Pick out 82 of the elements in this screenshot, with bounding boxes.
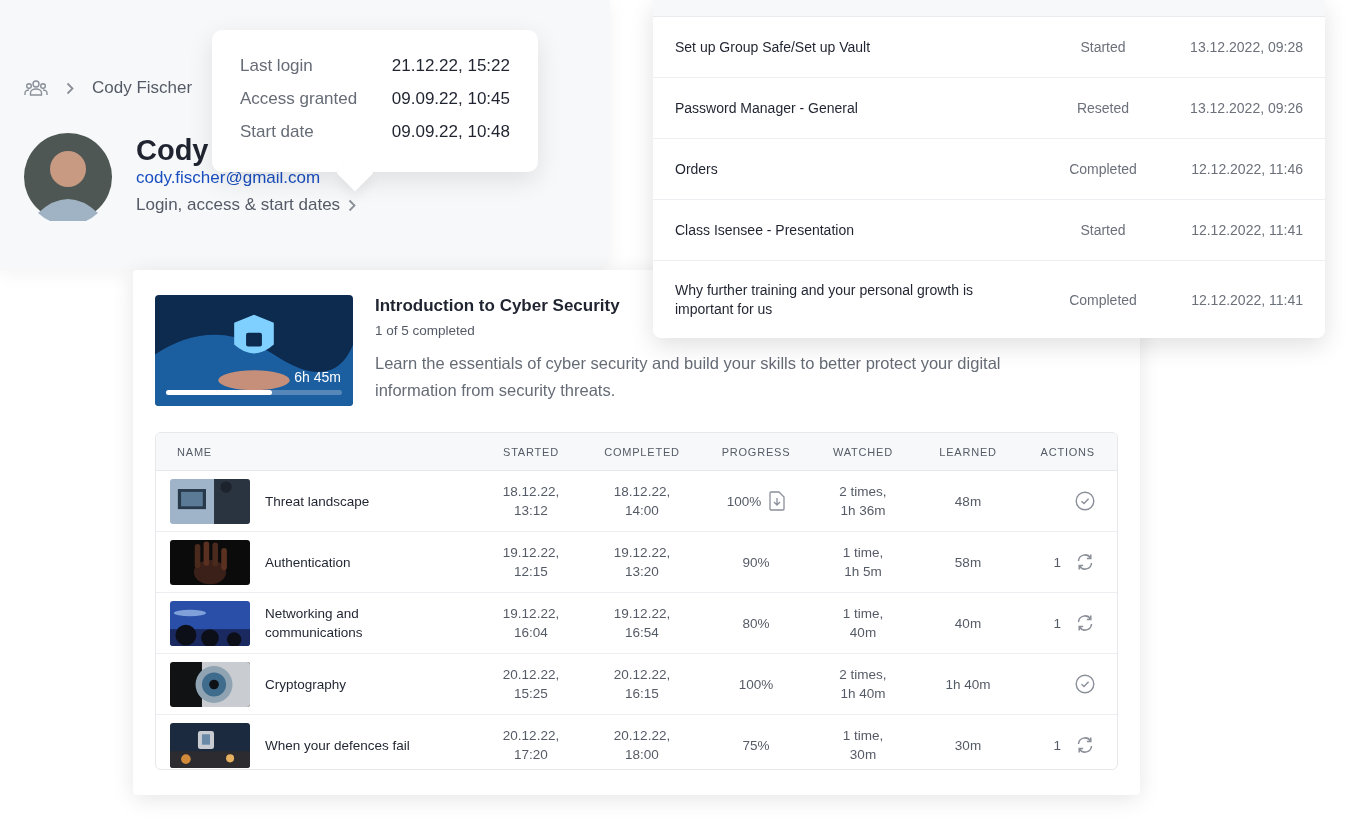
watched-cell-text: 2 times, 1h 36m [838,483,888,520]
check-circle-icon [1075,491,1095,511]
date-cell-text: 19.12.22, 12:15 [501,544,561,581]
date-cell-text: 19.12.22, 13:20 [612,544,672,581]
check-circle-icon [1075,674,1095,694]
progress-cell-text: 100% [738,675,774,694]
column-header: NAME [176,445,213,458]
lesson-name: When your defences fail [265,736,410,755]
chevron-icon [66,81,74,95]
lecture-state: Completed [1068,291,1138,308]
lesson-name: Cryptography [265,675,347,694]
column-header: STARTED [502,445,560,458]
learned-cell-text: 58m [953,553,983,572]
date-cell-text: 19.12.22, 16:04 [501,605,561,642]
date-value: 09.09.22, 10:45 [391,88,510,110]
duration-label: 6h 45m [294,369,341,385]
completion-count: 1 of 5 completed [375,323,475,338]
progress-cell-text: 100% [726,492,762,511]
date-value: 21.12.22, 15:22 [391,55,510,77]
watched-cell-text: 1 time, 40m [841,605,885,642]
column-header: COMPLETED [603,445,681,458]
column-header: WATCHED [832,445,894,458]
chevron-icon [348,198,357,212]
refresh-icon [1075,613,1095,633]
lecture-name: Class Isensee - Presentation [675,220,855,240]
watched-cell-text: 1 time, 30m [841,727,885,764]
date-cell-text: 20.12.22, 15:25 [501,666,561,703]
reset-button[interactable] [1075,613,1095,633]
date-cell-text: 18.12.22, 13:12 [501,483,561,520]
date-cell-text: 19.12.22, 16:54 [612,605,672,642]
lesson-name: Threat landscape [265,492,370,511]
reset-button[interactable] [1075,552,1095,572]
lecture-date: 13.12.2022, 09:26 [1189,100,1303,116]
learned-cell-text: 1h 40m [944,675,992,694]
lecture-state: Completed [1068,161,1138,177]
date-cell-text: 20.12.22, 18:00 [612,727,672,764]
course-description: Learn the essentials of cyber security and build your skills to better protect your digital information from security threats. [375,353,1002,401]
lecture-date: 12.12.2022, 11:41 [1190,291,1303,308]
lecture-date: 12.12.2022, 11:41 [1190,222,1303,238]
lesson-name: Networking and communications [265,605,363,642]
lecture-date: 12.12.2022, 11:46 [1190,161,1303,177]
learned-cell-text: 40m [953,614,983,633]
date-label: Access granted [240,88,358,110]
reset-count: 1 [1053,554,1061,570]
reset-count: 1 [1053,737,1061,753]
lecture-name: Orders [675,159,719,179]
completed-button[interactable] [1075,491,1095,511]
watched-cell-text: 1 time, 1h 5m [841,544,885,581]
date-cell-text: 20.12.22, 17:20 [501,727,561,764]
refresh-icon [1075,552,1095,572]
date-cell-text: 18.12.22, 14:00 [612,483,672,520]
progress-cell-text: 80% [742,614,770,633]
dates-link[interactable]: Login, access & start dates [136,191,357,219]
date-cell-text: 20.12.22, 16:15 [612,666,672,703]
lesson-name: Authentication [265,553,351,572]
lecture-state: Reseted [1075,100,1131,116]
file-download-icon[interactable] [769,491,786,511]
reset-button[interactable] [1075,735,1095,755]
lecture-state: Started [1079,39,1127,55]
refresh-icon [1075,735,1095,755]
lecture-name: Set up Group Safe/Set up Vault [675,37,872,57]
completed-button[interactable] [1075,674,1095,694]
column-header: ACTIONS [1039,445,1096,458]
date-value: 09.09.22, 10:48 [391,121,510,143]
learned-cell-text: 48m [953,492,983,511]
lecture-name: Why further training and your personal growth is important for us [675,280,975,319]
course-title: Introduction to Cyber Security [375,295,620,317]
reset-count: 1 [1053,615,1061,631]
learned-cell-text: 30m [953,736,983,755]
date-label: Last login [240,55,313,77]
progress-cell-text: 90% [742,553,770,572]
progress-cell-text: 75% [742,736,770,755]
user-name: Cody [136,135,209,165]
column-header: PROGRESS [720,445,792,458]
lecture-name: Password Manager - General [675,98,859,118]
breadcrumb-item[interactable]: Cody Fischer [92,78,193,98]
lecture-state: Started [1079,222,1127,238]
lecture-date: 13.12.2022, 09:28 [1189,39,1303,55]
users-icon[interactable] [24,79,48,97]
date-label: Start date [240,121,314,143]
watched-cell-text: 2 times, 1h 40m [838,666,888,703]
column-header: LEARNED [938,445,998,458]
